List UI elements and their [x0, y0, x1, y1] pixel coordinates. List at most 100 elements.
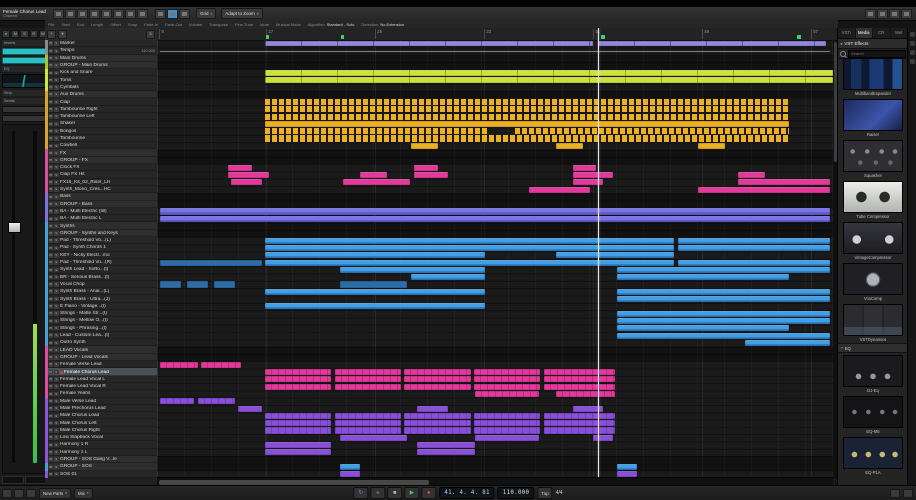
clip[interactable] [231, 179, 261, 185]
clip[interactable] [335, 384, 401, 390]
draw-tool-icon[interactable] [137, 9, 148, 19]
quantize-icon[interactable] [179, 9, 190, 19]
clip[interactable] [265, 369, 331, 375]
solo-button[interactable]: s [54, 71, 59, 76]
track-row[interactable]: msKick and Snare [45, 69, 157, 76]
clip[interactable] [265, 135, 789, 141]
mute-button[interactable]: m [49, 450, 54, 455]
arrow-tool-icon[interactable] [53, 9, 64, 19]
clip[interactable] [417, 449, 474, 455]
clip[interactable] [340, 435, 408, 441]
clip[interactable] [340, 464, 360, 470]
keyboard-focus-icon[interactable] [903, 489, 913, 498]
track-row[interactable]: msFemale Chorus Lead [45, 368, 157, 375]
marker-flag[interactable] [266, 35, 270, 40]
solo-button[interactable]: s [54, 151, 59, 156]
plugin-tile[interactable]: VSTDynamics [838, 302, 908, 343]
track-row[interactable]: msVocal Chop [45, 281, 157, 288]
mute-button[interactable]: m [49, 428, 54, 433]
rewind-button[interactable]: « [370, 487, 385, 499]
pool-icon[interactable] [26, 489, 36, 498]
track-row[interactable]: msGROUP - Synths and Keys [45, 230, 157, 237]
track-row[interactable]: msGROUP - SOS [45, 463, 157, 470]
clip[interactable] [265, 449, 331, 455]
clip[interactable] [404, 384, 470, 390]
mute-button[interactable]: m [49, 195, 54, 200]
plugin-tile[interactable]: MultibandExpander [838, 56, 908, 97]
setup-icon[interactable] [901, 9, 912, 19]
track-row[interactable]: msGROUP - SOS Gang V...le [45, 456, 157, 463]
mute-button[interactable]: m [49, 246, 54, 251]
clip[interactable] [556, 391, 615, 397]
clip[interactable] [160, 281, 180, 287]
solo-button[interactable]: s [54, 421, 59, 426]
solo-button[interactable]: s [54, 377, 59, 382]
clip[interactable] [335, 376, 401, 382]
eq-curve-thumbnail[interactable] [2, 74, 47, 88]
clip[interactable] [474, 420, 540, 426]
clip[interactable] [738, 179, 829, 185]
clip[interactable] [745, 340, 830, 346]
plugin-tile[interactable]: VintageCompressor [838, 220, 908, 261]
track-list-settings-icon[interactable]: ≡ [146, 30, 155, 39]
insert-slot[interactable] [2, 48, 47, 55]
plugin-tile[interactable]: DJ-Eq [838, 353, 908, 394]
clip[interactable] [404, 427, 470, 433]
mute-button[interactable]: m [49, 362, 54, 367]
track-row[interactable]: msMale Chorus Left [45, 419, 157, 426]
clip[interactable] [617, 289, 830, 295]
solo-button[interactable]: s [54, 414, 59, 419]
clip[interactable] [544, 369, 616, 375]
range-tool-icon[interactable] [65, 9, 76, 19]
solo-button[interactable]: s [54, 231, 59, 236]
mute-button[interactable]: m [49, 122, 54, 127]
clip[interactable] [228, 165, 252, 171]
solo-button[interactable]: s [54, 246, 59, 251]
performance-meter-icon[interactable] [890, 489, 900, 498]
mute-button[interactable]: m [49, 224, 54, 229]
mute-button[interactable]: m [49, 421, 54, 426]
solo-button[interactable]: s [54, 85, 59, 90]
track-row[interactable]: msBA - Multi Electric L [45, 215, 157, 222]
solo-button[interactable]: s [54, 217, 59, 222]
solo-button[interactable]: s [54, 282, 59, 287]
strip-section-header[interactable]: Strip [2, 90, 47, 96]
erase-tool-icon[interactable] [101, 9, 112, 19]
track-row[interactable]: msLow Slapback Vocal [45, 434, 157, 441]
clip[interactable] [160, 208, 829, 214]
cycle-button[interactable]: ↻ [353, 487, 368, 499]
clip[interactable] [265, 260, 674, 266]
mute-button[interactable]: m [49, 377, 54, 382]
mute-tool-icon[interactable] [125, 9, 136, 19]
solo-button[interactable]: s [54, 399, 59, 404]
control-room-icon[interactable] [910, 50, 915, 55]
clip[interactable] [265, 121, 789, 127]
track-row[interactable]: msSOS 01 [45, 471, 157, 478]
solo-button[interactable]: s [54, 238, 59, 243]
clip[interactable] [160, 260, 261, 266]
solo-button[interactable]: s [54, 370, 59, 375]
solo-button[interactable]: s [54, 457, 59, 462]
solo-button[interactable]: s [54, 311, 59, 316]
track-row[interactable]: msFemale Yeahs [45, 390, 157, 397]
plugin-tile[interactable]: EQ-M5 [838, 394, 908, 435]
mute-button[interactable]: m [49, 85, 54, 90]
clip[interactable] [556, 143, 583, 149]
time-signature[interactable]: 4/4 [556, 490, 563, 496]
mute-button[interactable]: m [49, 384, 54, 389]
clip[interactable] [404, 413, 470, 419]
solo-button[interactable]: s [54, 100, 59, 105]
solo-button[interactable]: s [54, 297, 59, 302]
solo-button[interactable]: s [54, 129, 59, 134]
mute-button[interactable]: m [49, 268, 54, 273]
clip[interactable] [617, 464, 637, 470]
clip[interactable] [404, 376, 470, 382]
track-row[interactable]: msFemale Lead Vocal R [45, 383, 157, 390]
mute-button[interactable]: m [49, 443, 54, 448]
solo-button[interactable]: s [54, 114, 59, 119]
clip[interactable] [265, 41, 593, 46]
plugin-tile[interactable]: Raiser [838, 97, 908, 138]
clip[interactable] [474, 427, 540, 433]
glue-tool-icon[interactable] [89, 9, 100, 19]
mute-button[interactable]: m [49, 406, 54, 411]
